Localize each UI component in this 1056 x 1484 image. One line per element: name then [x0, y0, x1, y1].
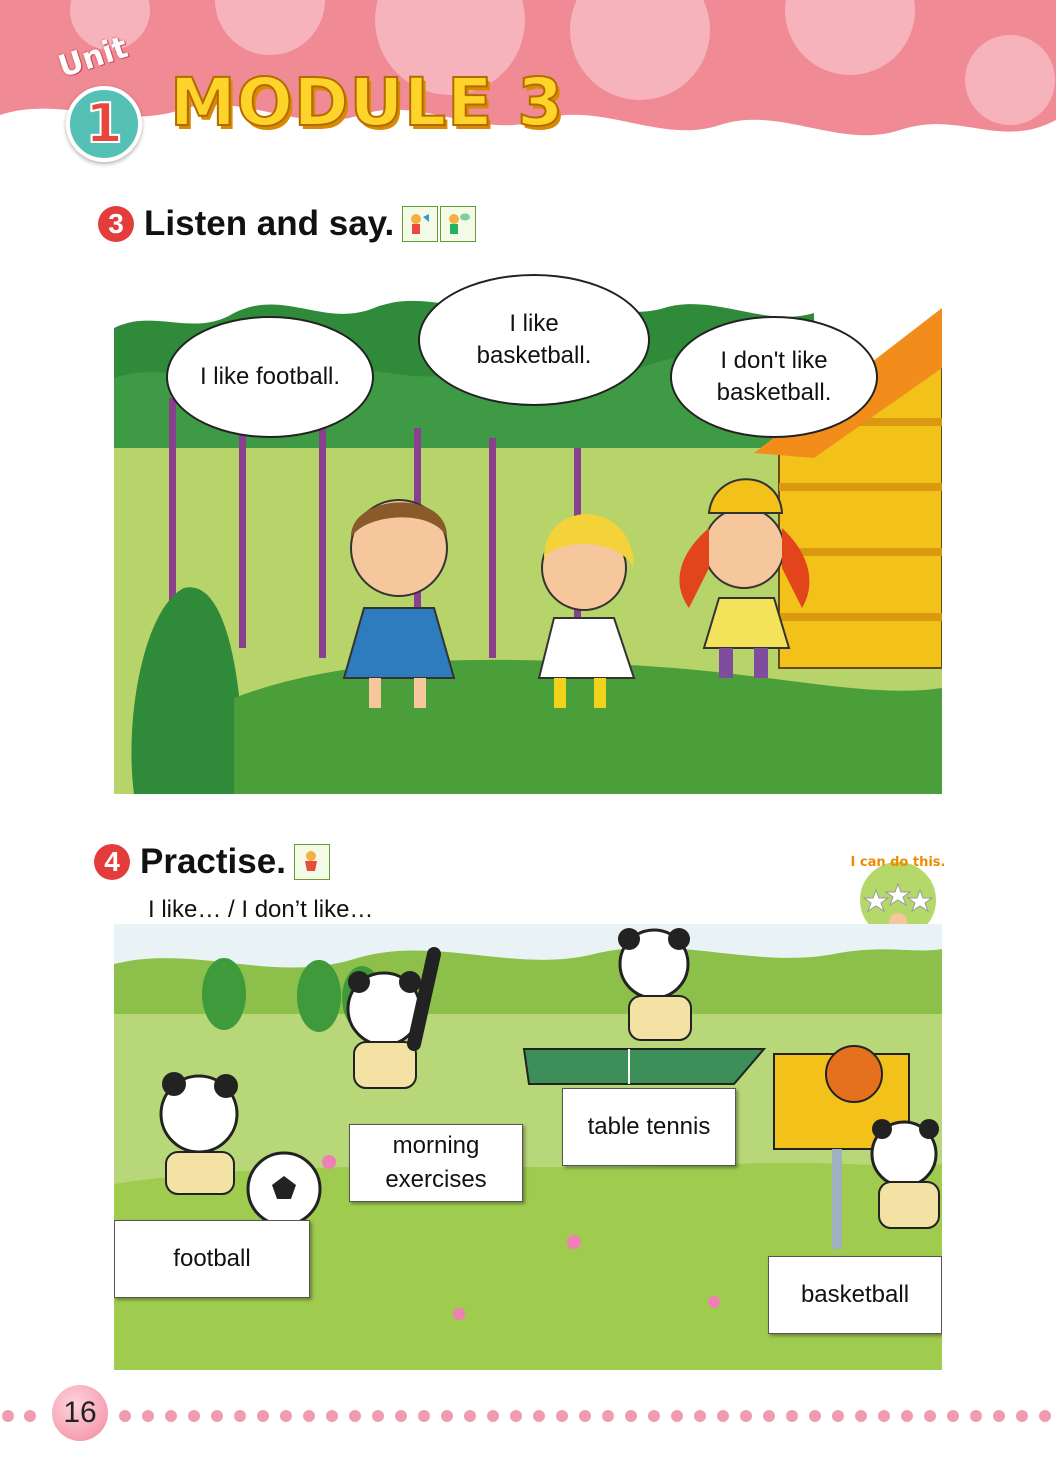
label-table-tennis: table tennis: [562, 1088, 736, 1166]
label-morning-exercises: morning exercises: [349, 1124, 523, 1202]
panda-football-figure: [159, 1072, 239, 1195]
footer-dot-border: [2, 1410, 1051, 1422]
unit-number-badge: 1: [66, 86, 142, 162]
label-table-tennis-text: table tennis: [587, 1113, 711, 1141]
label-morning-line2: exercises: [385, 1166, 487, 1193]
label-football-text: football: [173, 1245, 251, 1273]
speech-bubble-1: I like football.: [166, 316, 374, 438]
section-4-title: Practise.: [140, 842, 286, 881]
section-3-heading: 3 Listen and say.: [98, 204, 477, 244]
practise-scene-illustration: football morning exercises table tennis …: [114, 924, 942, 1370]
section-3-title: Listen and say.: [144, 204, 395, 243]
speech-bubble-3-line1: I don't like: [720, 346, 828, 374]
speech-bubble-2: I like basketball.: [418, 274, 650, 406]
speech-bubble-3-line2: basketball.: [716, 379, 832, 406]
label-football: football: [114, 1220, 310, 1298]
label-basketball-text: basketball: [800, 1281, 910, 1309]
page-header: Unit 1 MODULE 3: [0, 0, 1056, 175]
listen-icon: [402, 206, 439, 242]
panda-basketball-figure: [870, 1119, 940, 1229]
section-4-number: 4: [94, 844, 130, 880]
listen-scene-illustration: I like football. I like basketball. I do…: [114, 268, 942, 794]
unit-number: 1: [84, 92, 124, 155]
panda-tabletennis-figure: [618, 928, 692, 1041]
practise-prompt: I like… / I don’t like…: [148, 896, 374, 923]
page-number: 16: [52, 1385, 108, 1441]
badge-text: I can do this.: [851, 855, 946, 870]
speech-bubble-3: I don't like basketball.: [670, 316, 878, 438]
label-basketball: basketball: [768, 1256, 942, 1334]
module-title: MODULE 3: [169, 63, 565, 142]
speech-bubble-2-line2: basketball.: [476, 342, 592, 369]
section-4-heading: 4 Practise.: [94, 842, 330, 882]
speech-bubble-1-text: I like football.: [199, 362, 341, 390]
practise-icon: [293, 844, 330, 880]
say-icon: [440, 206, 477, 242]
section-3-number: 3: [98, 206, 134, 242]
label-morning-line1: morning: [392, 1132, 480, 1160]
speech-bubble-2-line1: I like: [509, 309, 559, 337]
